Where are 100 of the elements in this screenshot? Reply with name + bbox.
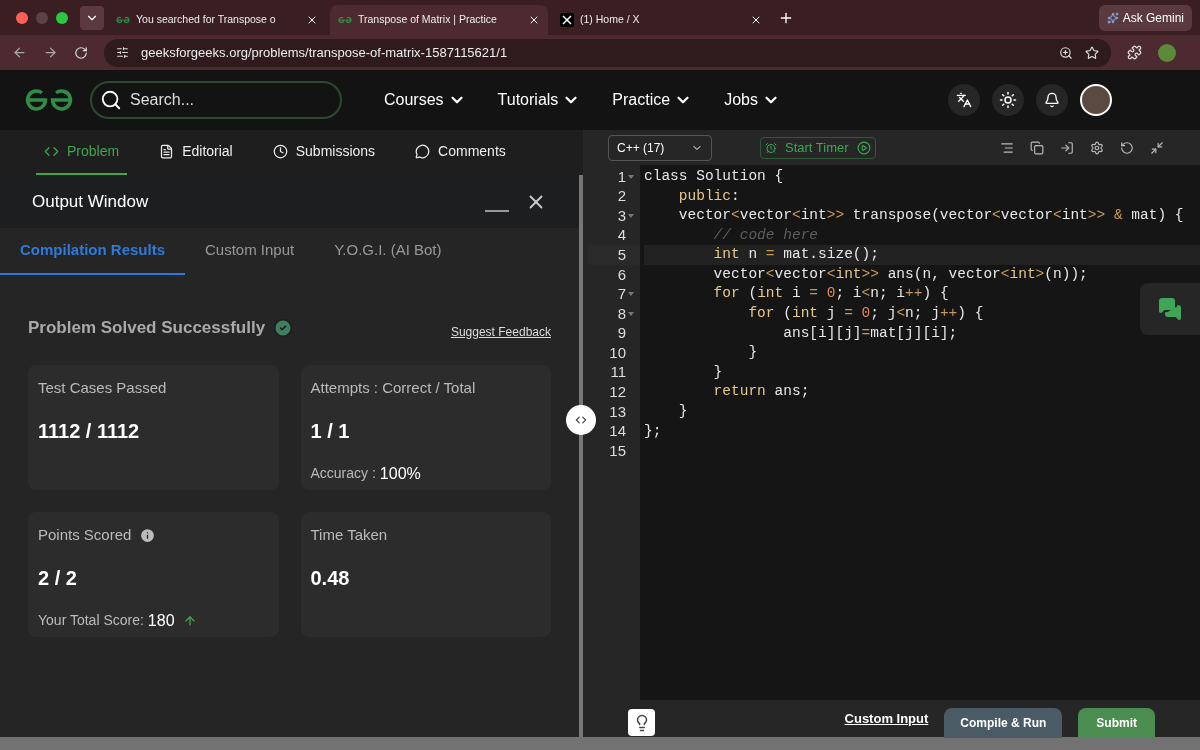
translate-button[interactable] [948,84,980,116]
chat-button[interactable] [1140,283,1200,335]
stat-value: 1 / 1 [310,418,351,444]
sun-icon [999,91,1017,109]
horizontal-scrollbar[interactable] [0,737,1200,750]
chat-bubbles-icon [1158,297,1182,321]
doc-icon [159,144,175,159]
stat-sub-value: 100% [379,463,421,484]
close-icon [306,14,318,26]
start-timer-button[interactable]: Start Timer [760,136,876,159]
close-icon [750,14,762,26]
fullscreen-icon [1150,140,1164,155]
line-number: 1 [617,166,626,187]
stat-value: 1112 / 1112 [38,418,141,444]
fold-caret-icon [628,292,634,297]
nav-menu[interactable]: Practice [612,88,693,112]
reset-icon [1120,140,1134,155]
ask-gemini-button[interactable]: Ask Gemini [1098,4,1192,31]
output-tab[interactable]: Y.O.G.I. (AI Bot) [314,228,462,275]
code-line: for (int j = 0; j<n; j++) { [747,304,984,324]
submit-button[interactable]: Submit [1078,707,1155,738]
play-icon [856,140,871,155]
stat-sub-value: 180 [147,610,175,631]
line-number: 6 [617,264,626,285]
sparkle-icon [1106,11,1119,24]
tab-list-button[interactable] [80,5,104,30]
problem-tab[interactable]: Submissions [264,130,384,175]
clock-icon [272,144,288,159]
copy-icon [1030,140,1044,155]
code-line: } [677,402,688,422]
forward-icon [43,45,58,60]
line-number: 9 [617,323,626,344]
nav-menu[interactable]: Tutorials [497,88,581,112]
line-number: 10 [609,342,626,363]
alarm-clock-icon [765,141,777,154]
logo-icon [338,16,352,24]
nav-menu[interactable]: Jobs [724,88,780,112]
line-number: 2 [617,186,626,207]
nav-menu[interactable]: Courses [384,88,466,112]
code-line: } [712,362,723,382]
chat-icon [415,144,431,159]
code-line: for (int i = 0; i<n; i++) { [712,284,949,304]
output-tab[interactable]: Custom Input [185,228,315,275]
zoom-icon [1059,45,1073,60]
reload-icon [74,45,88,60]
import-icon [1060,140,1074,155]
language-dropdown[interactable]: C++ (17) [608,134,712,161]
code-line: } [747,343,758,363]
code-line: return ans; [712,382,810,402]
code-icon [44,144,59,159]
code-line: // code here [712,225,819,245]
x-logo-icon [560,13,574,27]
search-icon [100,89,122,111]
search-field[interactable]: Search... [90,81,342,119]
code-line: vector<vector<int>> ans(n, vector<int>(n)); [712,264,1088,284]
fold-caret-icon [628,311,634,316]
feedback-link[interactable]: Suggest Feedback [450,323,551,341]
code-line: }; [644,421,662,441]
stat-label: Points Scored [38,525,132,545]
stat-value: 2 / 2 [38,565,78,591]
line-number: 5 [617,244,626,265]
back-icon [12,45,27,60]
line-number: 11 [610,362,626,383]
stat-value: 0.48 [310,565,351,591]
window-title: Output Window [32,190,150,213]
format-icon [1000,140,1014,155]
stat-label: Attempts : Correct / Total [310,378,476,398]
site-settings-icon [116,46,129,59]
line-number: 8 [617,303,626,324]
code-line: public: [677,186,740,206]
problem-tab[interactable]: Comments [407,130,514,175]
search-placeholder: Search... [130,90,195,110]
output-tab[interactable]: Compilation Results [0,228,185,275]
address-bar[interactable]: geeksforgeeks.org/problems/transpose-of-matrix-1587115621/1 [104,38,1111,67]
problem-tab[interactable]: Editorial [151,130,241,175]
theme-button[interactable] [992,84,1024,116]
logo-icon [116,16,130,24]
code-line: ans[i][j]=mat[j][i]; [782,323,958,343]
hint-button[interactable] [628,709,655,736]
stat-sub-label: Your Total Score: [38,611,144,630]
status-text: Problem Solved Successfully [28,317,266,340]
custom-input-link[interactable]: Custom Input [844,708,929,729]
line-number: 12 [609,382,626,403]
compile-run-button[interactable]: Compile & Run [944,707,1063,738]
info-icon [139,526,157,544]
browser-tab[interactable]: You searched for Transpose o [108,5,326,35]
browser-tab[interactable]: Transpose of Matrix | Practice [330,5,548,35]
browser-tab[interactable]: (1) Home / X [552,5,770,35]
bookmark-star-icon [1085,45,1099,60]
code-line: class Solution { [644,166,784,186]
success-check-icon [273,318,294,338]
resize-arrows-icon [574,413,588,427]
code-line: int n = mat.size(); [712,245,879,265]
user-avatar [1080,84,1112,116]
translate-icon [956,92,972,108]
line-number: 4 [617,225,626,246]
tab-title: (1) Home / X [580,12,641,28]
line-number: 13 [609,401,626,422]
notifications-button[interactable] [1036,84,1068,116]
line-number: 3 [617,205,626,226]
